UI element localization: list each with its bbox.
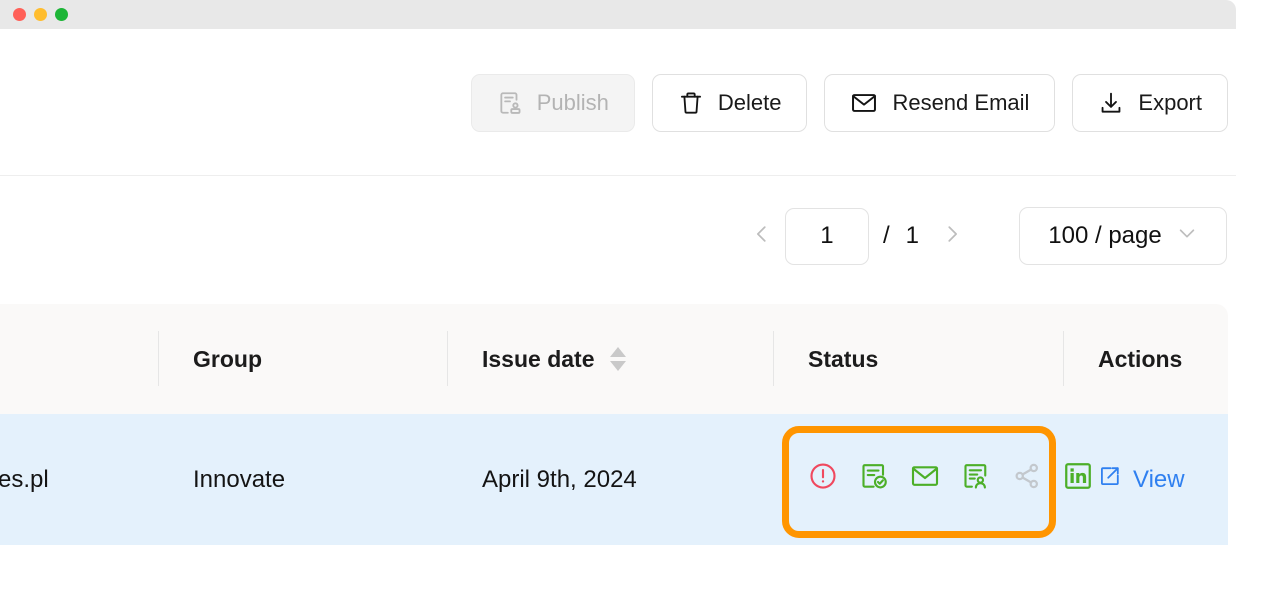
next-page-button[interactable]: [935, 219, 969, 253]
download-icon: [1098, 90, 1124, 116]
maximize-window-button[interactable]: [55, 8, 68, 21]
column-header-recipient: [0, 304, 158, 414]
page-size-select[interactable]: 100 / page: [1019, 207, 1227, 265]
total-pages-label: 1: [905, 222, 919, 249]
column-header-group: Group: [158, 304, 447, 414]
cell-group: Innovate: [158, 414, 447, 545]
group-name: Innovate: [193, 465, 286, 493]
column-divider: [1063, 331, 1064, 386]
page-number-input[interactable]: 1: [784, 207, 869, 265]
export-button[interactable]: Export: [1072, 73, 1228, 132]
page-size-label: 100 / page: [1048, 222, 1162, 249]
alert-circle-icon[interactable]: [808, 461, 838, 498]
resend-email-button[interactable]: Resend Email: [824, 73, 1056, 132]
window-titlebar: [0, 0, 1236, 29]
cell-recipient: es.pl: [0, 414, 158, 545]
action-toolbar: Publish Delete Resend Email Export: [0, 29, 1270, 176]
table-row[interactable]: es.pl Innovate April 9th, 2024 View: [0, 414, 1228, 545]
chevron-right-icon: [941, 223, 963, 250]
resend-email-button-label: Resend Email: [892, 89, 1030, 115]
pagination-bar: 1 / 1 100 / page: [745, 207, 1227, 265]
view-record-link[interactable]: View: [1063, 464, 1185, 495]
column-header-status-label: Status: [808, 345, 879, 372]
column-header-group-label: Group: [193, 345, 262, 372]
records-table: Group Issue date Status Actions es.pl In…: [0, 304, 1228, 545]
table-header-row: Group Issue date Status Actions: [0, 304, 1228, 414]
column-header-status: Status: [773, 304, 1063, 414]
column-divider: [158, 331, 159, 386]
view-record-label: View: [1133, 465, 1185, 493]
document-recipient-icon[interactable]: [961, 461, 991, 498]
document-user-icon: [497, 90, 523, 116]
column-header-issue-date[interactable]: Issue date: [447, 304, 773, 414]
app-root: Publish Delete Resend Email Export 1 / 1…: [0, 0, 1270, 596]
status-icon-group: [773, 461, 1093, 498]
cell-issue-date: April 9th, 2024: [447, 414, 773, 545]
page-separator: /: [882, 222, 890, 249]
chevron-down-icon: [1176, 222, 1198, 251]
issue-date-value: April 9th, 2024: [482, 465, 637, 493]
minimize-window-button[interactable]: [34, 8, 47, 21]
toolbar-divider: [0, 175, 1236, 176]
column-header-issue-date-label: Issue date: [482, 345, 595, 372]
delete-button-label: Delete: [717, 89, 782, 115]
delete-button[interactable]: Delete: [651, 73, 808, 132]
column-divider: [447, 331, 448, 386]
page-number-value: 1: [820, 222, 834, 249]
recipient-email-truncated: es.pl: [0, 465, 49, 493]
sort-updown-icon[interactable]: [609, 346, 627, 372]
publish-button-label: Publish: [536, 89, 609, 115]
envelope-icon: [850, 89, 878, 117]
cell-status: [773, 414, 1091, 545]
column-header-actions: Actions: [1063, 304, 1228, 414]
export-button-label: Export: [1138, 89, 1202, 115]
column-header-actions-label: Actions: [1098, 345, 1183, 372]
cell-actions: View: [1063, 414, 1228, 545]
document-check-icon[interactable]: [859, 461, 889, 498]
column-divider: [773, 331, 774, 386]
prev-page-button[interactable]: [745, 219, 779, 253]
close-window-button[interactable]: [13, 8, 26, 21]
trash-icon: [678, 90, 704, 116]
chevron-left-icon: [751, 223, 773, 250]
external-link-icon: [1098, 464, 1122, 495]
publish-button[interactable]: Publish: [470, 73, 635, 132]
share-icon[interactable]: [1012, 461, 1042, 498]
envelope-icon[interactable]: [910, 461, 940, 498]
